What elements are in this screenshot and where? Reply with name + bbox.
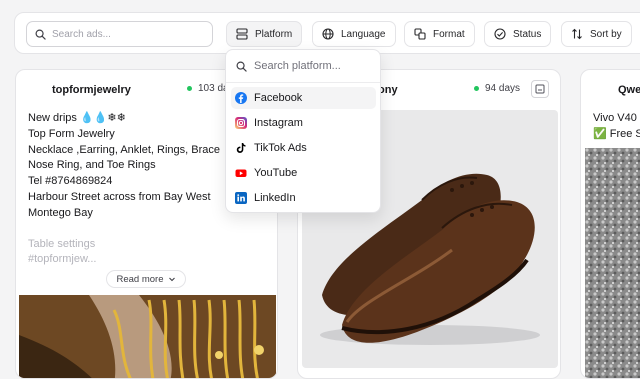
- instagram-icon: [235, 117, 247, 129]
- search-icon: [236, 61, 247, 72]
- platform-option-instagram[interactable]: Instagram: [231, 112, 376, 134]
- ad-copy-line: #topformjew...: [28, 253, 97, 266]
- format-filter-label: Format: [433, 28, 465, 40]
- sort-by-button[interactable]: Sort by: [561, 21, 632, 47]
- platform-option-label: Instagram: [254, 117, 303, 129]
- search-icon: [35, 29, 46, 40]
- active-days-text: 94 days: [485, 83, 521, 94]
- platform-dropdown: Facebook Instagram TikTok Ads YouTube Li…: [225, 49, 381, 213]
- chevron-down-icon: [168, 277, 175, 282]
- linkedin-icon: [235, 192, 247, 204]
- platform-icon: [236, 28, 248, 40]
- globe-icon: [322, 28, 334, 40]
- platform-search-input[interactable]: [254, 60, 364, 72]
- platform-option-facebook[interactable]: Facebook: [231, 87, 376, 109]
- platform-option-youtube[interactable]: YouTube: [231, 162, 376, 184]
- ad-copy-line: Necklace ,Earring, Anklet, Rings, Brace: [28, 143, 220, 156]
- read-more-button[interactable]: Read more: [106, 270, 186, 288]
- active-days-text: 103 da: [198, 83, 229, 94]
- read-more-label: Read more: [116, 273, 164, 285]
- search-ads-box[interactable]: [26, 21, 213, 47]
- platform-option-linkedin[interactable]: LinkedIn: [231, 187, 376, 209]
- ad-media-image: [19, 295, 276, 378]
- search-ads-input[interactable]: [52, 28, 192, 40]
- ad-copy-line: Tel #8764869824: [28, 175, 113, 188]
- facebook-icon: [235, 92, 247, 104]
- active-days-badge: 94 days: [474, 83, 520, 94]
- ad-copy-line: Montego Bay: [28, 206, 93, 219]
- language-filter-button[interactable]: Language: [312, 21, 396, 47]
- platform-option-label: YouTube: [254, 167, 298, 179]
- platform-filter-label: Platform: [255, 28, 293, 40]
- active-status-dot: [187, 86, 192, 91]
- platform-filter-button[interactable]: Platform: [226, 21, 303, 47]
- card-username[interactable]: Qwe: [618, 84, 640, 96]
- ad-card[interactable]: Qwe Vivo V40 ✅ Free S: [580, 69, 640, 379]
- details-icon: [535, 84, 545, 94]
- ad-copy-line: Top Form Jewelry: [28, 127, 115, 140]
- ad-media-image: [585, 148, 640, 378]
- status-filter-label: Status: [513, 28, 542, 40]
- sort-by-label: Sort by: [590, 28, 622, 40]
- language-filter-label: Language: [341, 28, 386, 40]
- ad-copy-line: Harbour Street across from Bay West: [28, 190, 211, 203]
- status-filter-button[interactable]: Status: [484, 21, 552, 47]
- platform-option-label: TikTok Ads: [254, 142, 307, 154]
- ad-copy-line: Table settings: [28, 237, 96, 250]
- format-filter-button[interactable]: Format: [404, 21, 475, 47]
- status-check-icon: [494, 28, 506, 40]
- ad-copy-line: ✅ Free S: [593, 127, 640, 140]
- ad-copy-line: Nose Ring, and Toe Rings: [28, 159, 156, 172]
- tiktok-icon: [235, 142, 247, 154]
- active-days-badge: 103 da: [187, 83, 229, 94]
- platform-option-label: Facebook: [254, 92, 303, 104]
- card-username[interactable]: topformjewelry: [52, 84, 131, 96]
- format-icon: [414, 28, 426, 40]
- youtube-icon: [235, 167, 247, 179]
- ad-details-button[interactable]: [531, 80, 549, 98]
- ad-copy-text: New drips 💧💧❄❄ Top Form Jewelry Necklace…: [28, 111, 220, 268]
- ad-copy-text: Vivo V40 ✅ Free S: [593, 111, 640, 143]
- filter-toolbar: Platform Language Format Status Sort by: [14, 12, 640, 54]
- ad-copy-line: Vivo V40: [593, 112, 637, 124]
- platform-option-label: LinkedIn: [254, 192, 296, 204]
- sort-icon: [572, 28, 582, 40]
- platform-option-tiktok[interactable]: TikTok Ads: [231, 137, 376, 159]
- active-status-dot: [474, 86, 479, 91]
- platform-search-box[interactable]: [226, 50, 380, 83]
- ad-copy-line: New drips 💧💧❄❄: [28, 112, 126, 124]
